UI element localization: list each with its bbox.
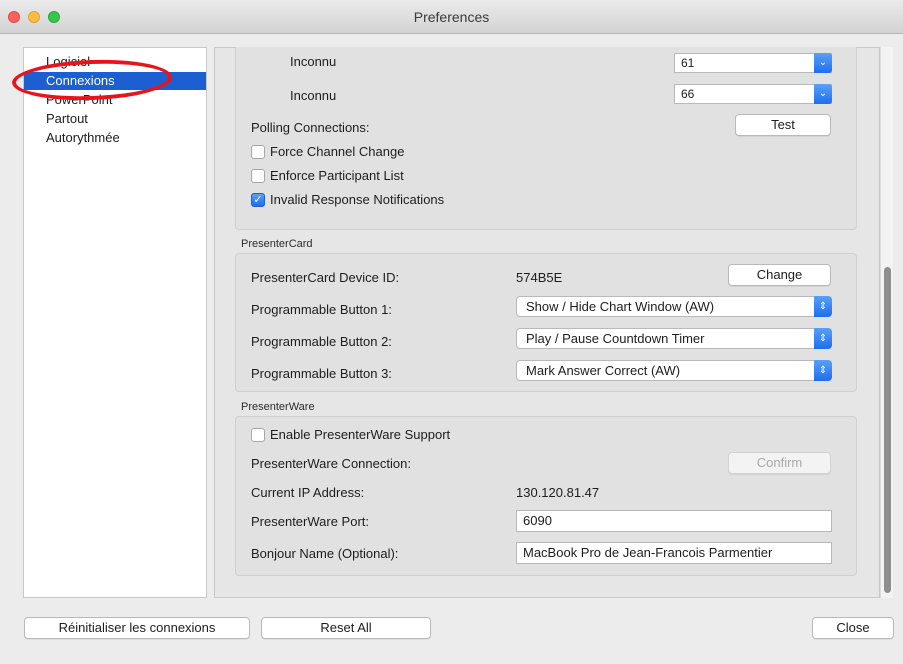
checkmark-icon[interactable]: ✓ (251, 193, 265, 207)
bonjour-name-label: Bonjour Name (Optional): (251, 546, 399, 561)
chevron-down-icon[interactable]: ⌄ (814, 84, 832, 104)
unknown-channel-2-label: Inconnu (290, 88, 337, 103)
test-button[interactable]: Test (735, 114, 831, 136)
change-device-id-button[interactable]: Change (728, 264, 831, 286)
presentercard-device-id-label: PresenterCard Device ID: (251, 270, 400, 285)
reset-all-button[interactable]: Reset All (261, 617, 431, 639)
programmable-button-1-label: Programmable Button 1: (251, 302, 392, 317)
programmable-button-2-label: Programmable Button 2: (251, 334, 392, 349)
polling-connections-label: Polling Connections: (251, 120, 370, 135)
scrollbar-thumb[interactable] (884, 267, 891, 593)
enable-presenterware-support-label: Enable PresenterWare Support (270, 427, 451, 442)
sidebar-item-partout[interactable]: Partout (24, 110, 206, 128)
presenterware-section-title: PresenterWare (241, 401, 315, 413)
unknown-channel-1-label: Inconnu (290, 54, 337, 69)
unknown-channel-1-value: 61 (681, 56, 695, 70)
force-channel-change-label: Force Channel Change (270, 144, 405, 159)
programmable-button-2-value: Play / Pause Countdown Timer (526, 331, 705, 346)
invalid-response-notifications-label: Invalid Response Notifications (270, 192, 445, 207)
presentercard-device-id-value: 574B5E (516, 270, 563, 285)
sidebar-item-autorythmee[interactable]: Autorythmée (24, 129, 206, 147)
window-title: Preferences (413, 9, 490, 25)
sidebar-category-list: Logiciel Connexions PowerPoint Partout A… (23, 47, 207, 598)
up-down-chevron-icon: ⇕ (814, 296, 832, 317)
current-ip-address-value: 130.120.81.47 (516, 485, 600, 500)
title-bar: Preferences (0, 0, 903, 34)
close-button[interactable]: Close (812, 617, 894, 639)
presentercard-section-title: PresenterCard (241, 238, 313, 250)
up-down-chevron-icon: ⇕ (814, 328, 832, 349)
programmable-button-3-value: Mark Answer Correct (AW) (526, 363, 681, 378)
programmable-button-1-value: Show / Hide Chart Window (AW) (526, 299, 715, 314)
programmable-button-3-label: Programmable Button 3: (251, 366, 392, 381)
programmable-button-2-select[interactable]: Play / Pause Countdown Timer ⇕ (516, 328, 832, 349)
current-ip-address-label: Current IP Address: (251, 485, 365, 500)
up-down-chevron-icon: ⇕ (814, 360, 832, 381)
unknown-channel-1-combo[interactable]: 61 ⌄ (674, 53, 832, 73)
force-channel-change-checkbox[interactable] (251, 145, 265, 159)
enforce-participant-list-label: Enforce Participant List (270, 168, 404, 183)
preferences-window: Preferences Logiciel Connexions PowerPoi… (0, 0, 903, 664)
presenterware-port-field[interactable]: 6090 (516, 510, 832, 532)
chevron-down-icon[interactable]: ⌄ (814, 53, 832, 73)
unknown-channel-2-combo[interactable]: 66 ⌄ (674, 84, 832, 104)
programmable-button-3-select[interactable]: Mark Answer Correct (AW) ⇕ (516, 360, 832, 381)
unknown-channel-2-value: 66 (681, 87, 695, 101)
enforce-participant-list-checkbox[interactable] (251, 169, 265, 183)
vertical-scrollbar[interactable] (880, 47, 893, 598)
presenterware-port-label: PresenterWare Port: (251, 514, 370, 529)
reset-connections-button[interactable]: Réinitialiser les connexions (24, 617, 250, 639)
presenterware-connection-label: PresenterWare Connection: (251, 456, 411, 471)
bonjour-name-field[interactable]: MacBook Pro de Jean-Francois Parmentier (516, 542, 832, 564)
confirm-button[interactable]: Confirm (728, 452, 831, 474)
enable-presenterware-support-checkbox[interactable] (251, 428, 265, 442)
programmable-button-1-select[interactable]: Show / Hide Chart Window (AW) ⇕ (516, 296, 832, 317)
